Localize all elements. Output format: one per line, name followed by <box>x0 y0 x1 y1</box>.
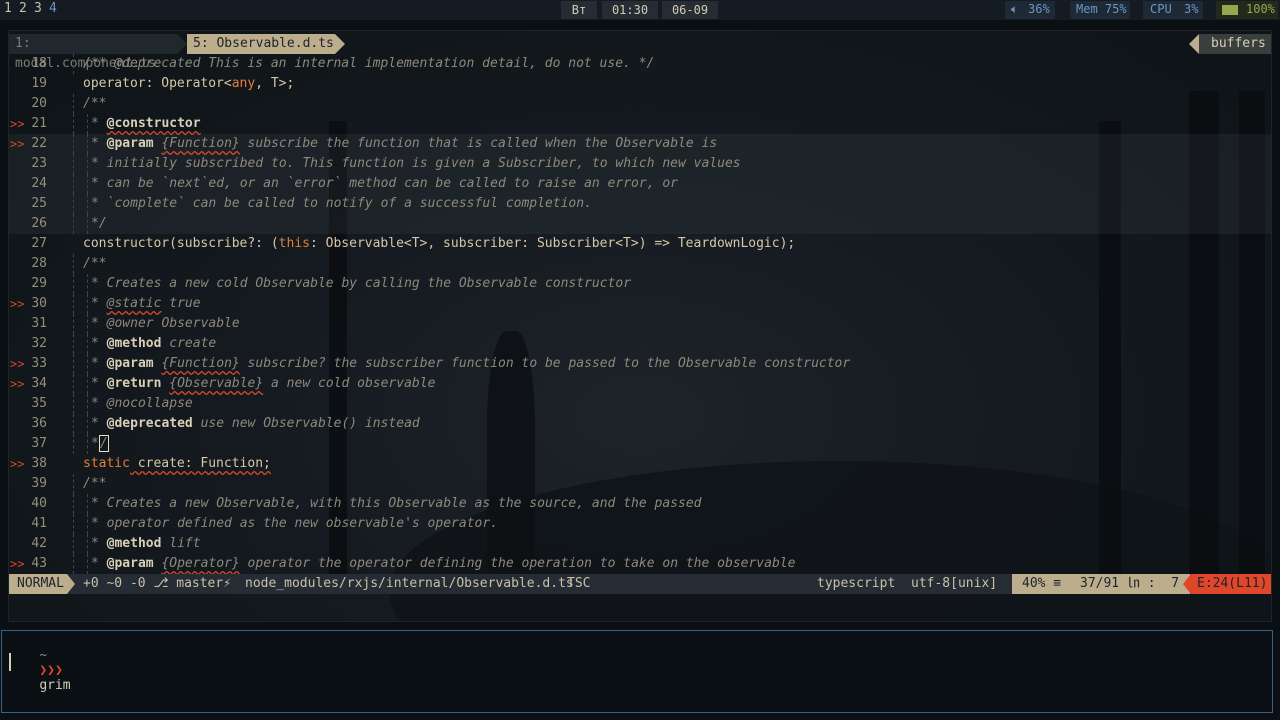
volume-level[interactable]: 36% <box>1028 2 1050 16</box>
day-indicator: Вт <box>561 1 597 19</box>
code-line[interactable]: 36 * @deprecated use new Observable() ins… <box>9 414 1271 434</box>
code-line[interactable]: 20/** <box>9 94 1271 114</box>
code-line[interactable]: >> 21 * @constructor <box>9 114 1271 134</box>
lsp-status: TSC <box>567 576 591 591</box>
code-line[interactable]: 31 * @owner Observable <box>9 314 1271 334</box>
cpu-label: CPU <box>1150 2 1172 16</box>
code-line[interactable]: 26 */ <box>9 214 1271 234</box>
code-line[interactable]: >> 33 * @param {Function} subscribe? the s… <box>9 354 1271 374</box>
cursor-position: 37/91 ㏑ : 7 <box>1076 574 1190 594</box>
prompt-directory: ~ <box>39 648 48 663</box>
terminal-cursor <box>9 653 11 671</box>
code-line[interactable]: 42 * @method lift <box>9 534 1271 554</box>
code-line[interactable]: 32 * @method create <box>9 334 1271 354</box>
code-line[interactable]: 28/** <box>9 254 1271 274</box>
code-line[interactable]: 37 */ <box>9 434 1271 454</box>
memory-usage: Mem 75% <box>1076 2 1127 16</box>
volume-icon[interactable]: 🔈︎ <box>1011 2 1018 17</box>
git-status: +0 ~0 -0 ⎇ master⚡ <box>83 576 232 591</box>
clock: 01:30 <box>602 1 658 19</box>
workspace-3[interactable]: 3 <box>34 1 42 16</box>
code-line[interactable]: 39/** <box>9 474 1271 494</box>
code-line[interactable]: >> 38 static create: Function; <box>9 454 1271 474</box>
mode-indicator: NORMAL <box>9 574 67 594</box>
code-line[interactable]: >> 30 * @static true <box>9 294 1271 314</box>
workspace-2[interactable]: 2 <box>19 1 27 16</box>
encoding: utf-8[unix] <box>911 576 998 591</box>
date: 06-09 <box>662 1 718 19</box>
code-area[interactable]: 18/** @deprecated This is an internal im… <box>9 54 1271 574</box>
code-line[interactable]: 19 operator: Operator<any, T>; <box>9 74 1271 94</box>
editor-window: 1: modal.component.ts 5: Observable.d.ts… <box>8 30 1272 622</box>
cpu-usage: 3% <box>1184 2 1199 16</box>
code-line[interactable]: 24 * can be `next`ed, or an `error` metho… <box>9 174 1271 194</box>
workspace-1[interactable]: 1 <box>4 1 12 16</box>
statusline: NORMAL +0 ~0 -0 ⎇ master⚡ node_modules/r… <box>9 574 1271 594</box>
error-count[interactable]: E:24(L11) <box>1191 574 1271 594</box>
buffers-button[interactable]: buffers <box>1199 34 1271 54</box>
code-line[interactable]: >> 22 * @param {Function} subscribe the fu… <box>9 134 1271 154</box>
battery-level: 100% <box>1246 2 1275 16</box>
tab-modal-component[interactable]: 1: modal.component.ts <box>9 34 177 71</box>
terminal-command: grim <box>39 678 71 693</box>
code-line[interactable]: >> 34 * @return {Observable} a new cold ob… <box>9 374 1271 394</box>
tab-observable-d-ts[interactable]: 5: Observable.d.ts <box>187 34 335 54</box>
top-bar: 1 2 3 4 Вт 01:30 06-09 🔈︎ 36% Mem 75% CP… <box>0 0 1280 20</box>
text-cursor: / <box>98 435 109 452</box>
code-line[interactable]: 25 * `complete` can be called to notify o… <box>9 194 1271 214</box>
scroll-percent: 40% ≡ <box>1012 574 1076 594</box>
filetype: typescript <box>817 576 896 591</box>
code-line[interactable]: 40 * Creates a new Observable, with this … <box>9 494 1271 514</box>
code-line[interactable]: 27 constructor(subscribe?: (this: Observa… <box>9 234 1271 254</box>
code-line[interactable]: 35 * @nocollapse <box>9 394 1271 414</box>
prompt-arrows: ❯❯❯ <box>39 663 63 678</box>
code-line[interactable]: >> 43 * @param {Operator} operator the ope… <box>9 554 1271 574</box>
workspace-4[interactable]: 4 <box>49 1 57 16</box>
code-line[interactable]: 41 * operator defined as the new observab… <box>9 514 1271 534</box>
file-path: node_modules/rxjs/internal/Observable.d.… <box>245 576 574 591</box>
code-line[interactable]: 29 * Creates a new cold Observable by cal… <box>9 274 1271 294</box>
tab-line: 1: modal.component.ts 5: Observable.d.ts… <box>9 34 1271 71</box>
code-line[interactable]: 23 * initially subscribed to. This functi… <box>9 154 1271 174</box>
code-line[interactable]: 18/** @deprecated This is an internal im… <box>9 54 1271 74</box>
terminal-window[interactable]: ~ ❯❯❯ grim <box>1 630 1273 713</box>
battery-icon <box>1222 5 1238 15</box>
